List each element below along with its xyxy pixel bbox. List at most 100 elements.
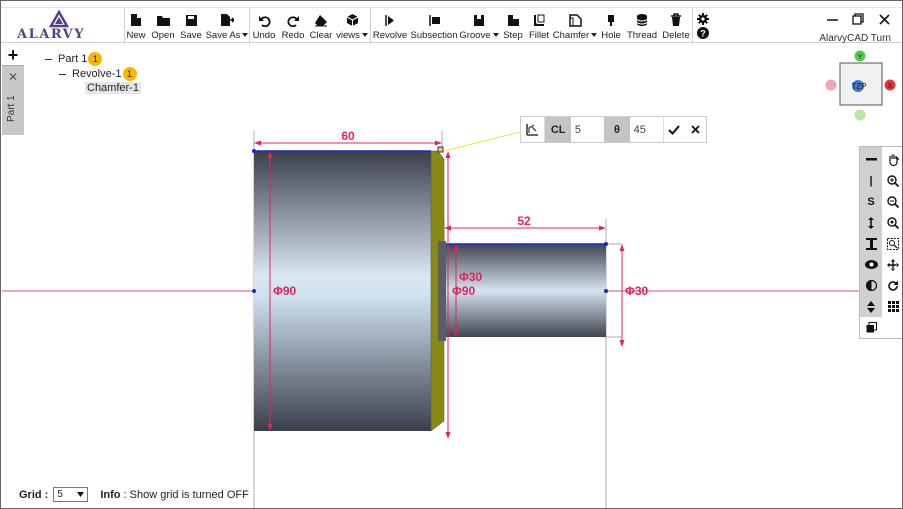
fillet-button[interactable]: Fillet — [528, 10, 550, 42]
view-cube[interactable]: TZP Y X — [825, 49, 897, 121]
svg-text:Y: Y — [857, 52, 862, 61]
tree-node-revolve[interactable]: Revolve-1 1 — [59, 67, 137, 81]
save-icon — [184, 13, 198, 27]
subsection-icon — [427, 13, 441, 27]
chamfer-dropdown[interactable]: Chamfer — [553, 10, 598, 42]
chamfer-leader-line — [443, 131, 521, 152]
zoom-window-button[interactable] — [882, 233, 902, 254]
chamfer-angle-input[interactable]: 45 — [630, 117, 663, 142]
delete-button[interactable]: Delete — [662, 10, 690, 42]
chamfer-length-input[interactable]: 5 — [571, 117, 604, 142]
small-cylinder — [446, 244, 606, 337]
count-badge: 1 — [88, 52, 103, 66]
dimension-label-dia90: Φ90 — [273, 284, 297, 298]
chamfer-face — [430, 150, 445, 432]
grid-size-select[interactable]: 5 — [53, 487, 89, 502]
thread-button[interactable]: Thread — [627, 10, 657, 42]
vertical-line-button[interactable]: | — [860, 170, 882, 191]
open-button[interactable]: Open — [151, 10, 175, 42]
cube-icon — [345, 13, 359, 27]
sort-icon — [867, 300, 875, 313]
main-toolbar: ALARVY New Open Save Save As Undo Redo C… — [1, 7, 902, 44]
status-bar: Grid : 5 Info : Show grid is turned OFF — [19, 487, 249, 502]
zoom-in-button[interactable] — [882, 170, 902, 191]
rotate-icon — [888, 280, 898, 291]
chevron-down-icon — [361, 33, 368, 38]
undo-button[interactable]: Undo — [252, 10, 276, 42]
chevron-down-icon — [591, 33, 598, 38]
constraint-button[interactable] — [860, 233, 882, 254]
copy-icon — [866, 322, 877, 333]
hole-button[interactable]: Hole — [601, 10, 621, 42]
view-toolbar: | S — [859, 146, 902, 339]
help-button[interactable]: ? — [695, 26, 711, 42]
tree-node-part[interactable]: Part 1 1 — [45, 52, 103, 66]
trash-icon — [669, 13, 683, 27]
views-dropdown[interactable]: views — [336, 10, 368, 42]
groove-dropdown[interactable]: Groove — [459, 10, 499, 42]
save-button[interactable]: Save — [180, 10, 202, 42]
minimize-icon[interactable] — [826, 13, 838, 25]
app-logo: ALARVY — [11, 9, 121, 42]
dimension-label-dia90-step: Φ90 — [452, 284, 476, 298]
app-title: AlarvyCAD Turn — [819, 33, 891, 44]
subsection-button[interactable]: Subsection — [411, 10, 458, 42]
new-file-icon — [129, 13, 143, 27]
step-hub — [438, 241, 446, 341]
copy-button[interactable] — [860, 317, 882, 338]
info-label: Info — [100, 488, 121, 501]
chamfer-parameter-box: CL 5 θ 45 — [520, 116, 707, 143]
dimension-label-52: 52 — [517, 214, 531, 228]
snap-button[interactable]: S — [860, 191, 882, 212]
grid-label: Grid : — [19, 488, 49, 501]
count-badge: 1 — [122, 67, 137, 81]
contrast-button[interactable] — [860, 275, 882, 296]
move-button[interactable] — [882, 254, 902, 275]
chamfer-length-label: CL — [545, 117, 571, 142]
zoom-out-icon — [887, 195, 899, 208]
confirm-button[interactable] — [662, 117, 685, 142]
chamfer-tool-icon[interactable] — [521, 117, 546, 142]
close-icon[interactable] — [878, 13, 890, 25]
step-button[interactable]: Step — [503, 10, 523, 42]
settings-button[interactable] — [695, 9, 711, 25]
window-controls — [826, 13, 890, 25]
grid-icon — [887, 301, 899, 312]
collapse-icon[interactable] — [45, 58, 52, 60]
zoom-out-button[interactable] — [882, 191, 902, 212]
pan-button[interactable] — [882, 149, 902, 170]
hand-icon — [888, 154, 899, 166]
eye-icon — [864, 260, 878, 269]
redo-button[interactable]: Redo — [281, 10, 305, 42]
dimension-label-60: 60 — [341, 129, 355, 143]
cancel-button[interactable] — [685, 117, 707, 142]
zoom-fit-button[interactable] — [882, 212, 902, 233]
collapse-icon[interactable] — [59, 73, 66, 75]
close-tab-icon[interactable]: ✕ — [8, 70, 18, 84]
info-message: : Show grid is turned OFF — [123, 488, 249, 501]
restore-icon[interactable] — [852, 13, 864, 25]
vertical-arrow-button[interactable] — [860, 212, 882, 233]
chamfer-angle-label: θ — [604, 117, 630, 142]
chevron-down-icon — [242, 33, 249, 38]
clear-button[interactable]: Clear — [309, 10, 333, 42]
horizontal-line-button[interactable] — [860, 149, 882, 170]
grid-button[interactable] — [882, 296, 902, 317]
revolve-button[interactable]: Revolve — [373, 10, 407, 42]
arrows-vertical-icon — [868, 216, 874, 229]
add-part-button[interactable]: + — [2, 45, 24, 65]
chevron-down-icon — [77, 492, 85, 497]
part-tab[interactable]: ✕ Part 1 — [2, 65, 24, 135]
move-icon — [887, 258, 899, 271]
dimension-label-dia30: Φ30 — [625, 284, 649, 298]
chamfer-icon — [568, 13, 582, 27]
visibility-button[interactable] — [860, 254, 882, 275]
logo-text: ALARVY — [17, 27, 86, 42]
new-button[interactable]: New — [126, 10, 146, 42]
rotate-button[interactable] — [882, 275, 902, 296]
tree-node-chamfer[interactable]: Chamfer-1 — [85, 82, 141, 94]
drill-icon — [604, 13, 618, 27]
sort-button[interactable] — [860, 296, 882, 317]
save-as-button[interactable]: Save As — [206, 10, 249, 42]
zoom-in-icon — [887, 174, 899, 187]
